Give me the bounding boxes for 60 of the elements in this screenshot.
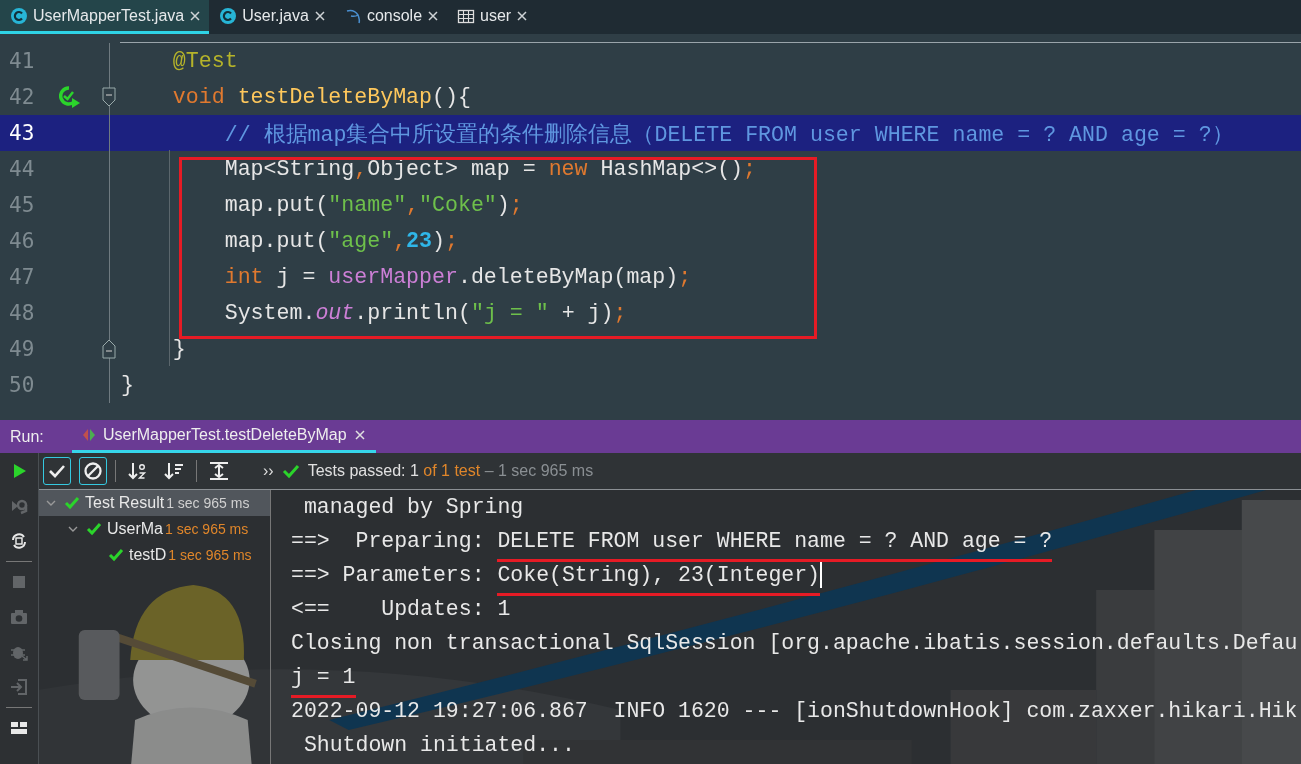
check-icon	[64, 495, 80, 511]
code-line: // 根据map集合中所设置的条件删除信息（DELETE FROM user WHERE name = ? AND age = ?）	[223, 121, 1234, 148]
line-number: 44	[8, 157, 36, 181]
diamond-icon	[82, 428, 96, 442]
test-status: Tests passed: 1 of 1 test – 1 sec 965 ms	[307, 462, 594, 480]
more-button[interactable]: ››	[263, 462, 274, 480]
line-number: 46	[8, 229, 36, 253]
console-text: ==> Preparing:	[291, 529, 486, 553]
console-text: DELETE FROM user WHERE name = ? AND age = ?	[497, 529, 1053, 562]
line-number: 47	[8, 265, 36, 289]
check-icon	[86, 521, 102, 537]
code-line: void testDeleteByMap(){	[171, 85, 471, 109]
code-line: @Test	[171, 49, 238, 73]
code-line: }	[171, 337, 186, 361]
code-line: map.put("name","Coke");	[223, 193, 523, 217]
close-icon[interactable]	[353, 429, 366, 441]
close-icon[interactable]	[313, 9, 326, 22]
check-icon	[281, 462, 300, 480]
code-line: map.put("age",23);	[223, 229, 458, 253]
code-line: int j = userMapper.deleteByMap(map);	[223, 265, 692, 289]
class-icon	[10, 6, 28, 25]
cycle-icon[interactable]	[9, 531, 29, 551]
code-line: }	[120, 373, 134, 397]
run-label: Run:	[9, 426, 45, 447]
expand-icon	[207, 459, 231, 483]
line-number: 42	[8, 85, 36, 109]
editor-tab[interactable]: user	[447, 0, 537, 34]
close-icon[interactable]	[189, 9, 202, 22]
console-text: <== Updates: 1	[291, 597, 511, 621]
class-icon	[219, 6, 238, 25]
editor-tab[interactable]: UserMapperTest.java	[0, 0, 210, 34]
fold-icon[interactable]	[102, 339, 116, 359]
run-test-icon[interactable]	[59, 86, 81, 108]
line-number: 49	[8, 337, 36, 361]
ignored-button[interactable]	[79, 457, 107, 485]
line-number: 48	[8, 301, 36, 325]
line-number: 41	[8, 49, 36, 73]
console-text: j = 1	[291, 665, 356, 698]
code-line: Map<String,Object> map = new HashMap<>();	[223, 157, 757, 181]
editor-tab[interactable]: console	[333, 0, 448, 34]
check-icon	[108, 547, 124, 563]
console-text: Closing non transactional SqlSession [org.apache.ibatis.session.defaults.Defau	[291, 631, 1298, 655]
ignored-icon	[81, 459, 105, 483]
line-number: 50	[8, 373, 36, 397]
editor-tab[interactable]: User.java	[209, 0, 334, 34]
line-number: 45	[8, 193, 36, 217]
tree-item[interactable]: testD 1 sec 965 ms	[39, 542, 270, 568]
line-number: 43	[8, 121, 36, 145]
tree-item[interactable]: Test Result 1 sec 965 ms	[39, 490, 270, 516]
check-button[interactable]	[43, 457, 71, 485]
console-text: managed by Spring	[302, 495, 524, 519]
console-text: 2022-09-12 19:27:06.867 INFO 1620 --- [ionShutdownHook] com.zaxxer.hikari.Hik	[291, 699, 1298, 723]
console-text: Shutdown initiated...	[302, 733, 575, 757]
console-text: Coke(String), 23(Integer)	[497, 563, 820, 596]
tree-item[interactable]: UserMa 1 sec 965 ms	[39, 516, 270, 542]
close-icon[interactable]	[427, 9, 440, 22]
close-icon[interactable]	[516, 9, 529, 22]
fold-icon[interactable]	[102, 87, 116, 107]
code-line: System.out.println("j = " + j);	[223, 301, 627, 325]
console-text: ==> Parameters:	[291, 563, 486, 587]
